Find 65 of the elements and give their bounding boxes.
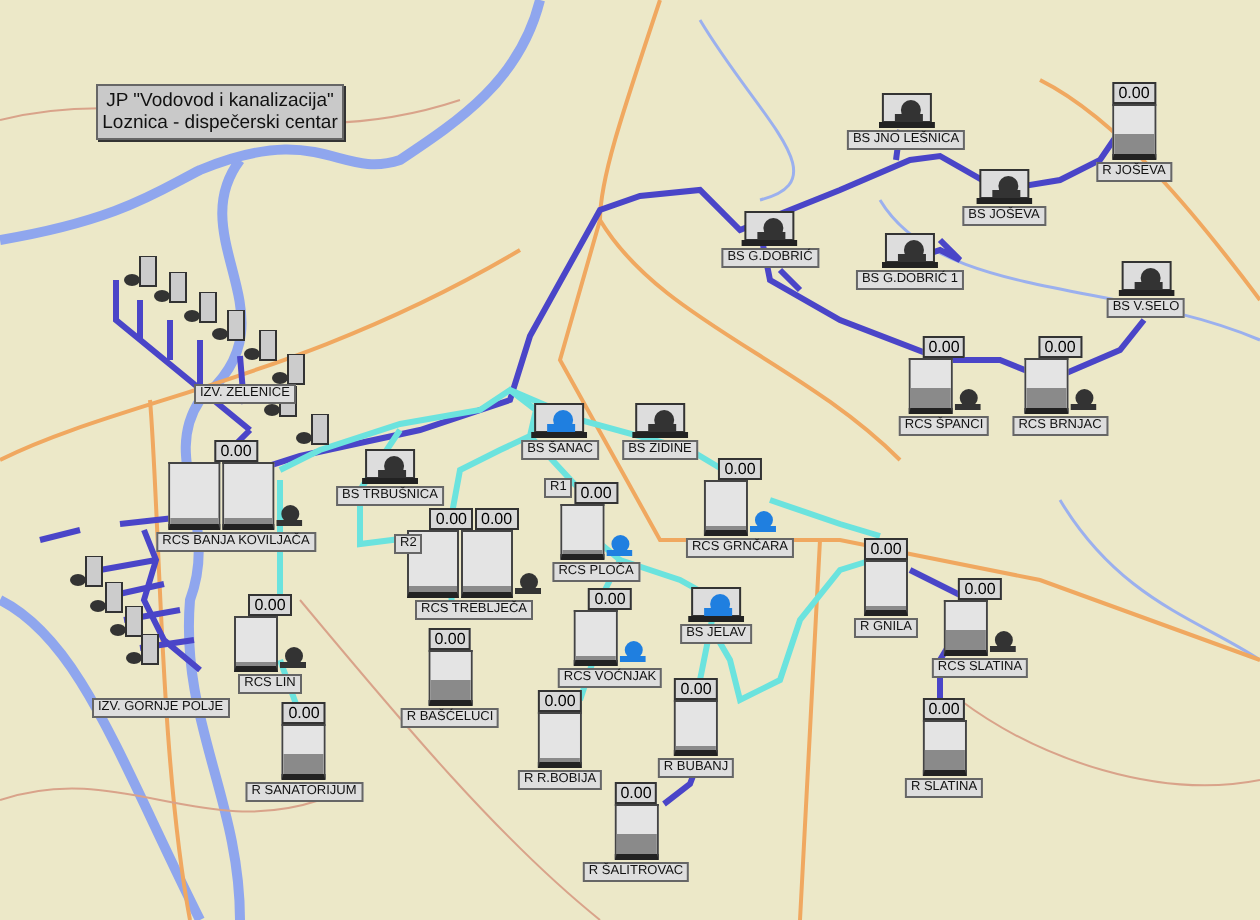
- level-reading: 0.00: [674, 678, 718, 700]
- tank-icon[interactable]: [574, 610, 618, 666]
- tank-icon[interactable]: [922, 720, 966, 776]
- tank-icon[interactable]: [560, 504, 604, 560]
- tank-icon[interactable]: [1112, 104, 1156, 160]
- pump-station-icon[interactable]: [362, 448, 418, 484]
- tank-icon[interactable]: [908, 358, 952, 414]
- pump-station-icon[interactable]: [882, 232, 938, 268]
- well-pump-icon[interactable]: [184, 292, 220, 324]
- level-reading: 0.00: [864, 538, 908, 560]
- level-reading: 0.00: [588, 588, 632, 610]
- tank-icon[interactable]: [944, 600, 988, 656]
- tank-icon[interactable]: [234, 616, 278, 672]
- tank-icon[interactable]: [169, 462, 221, 530]
- level-reading: 0.00: [248, 594, 292, 616]
- pipeline: [769, 497, 881, 539]
- pump-icon[interactable]: [1070, 388, 1096, 410]
- well-pump-icon[interactable]: [126, 634, 162, 666]
- level-reading: 0.00: [538, 690, 582, 712]
- level-reading: 0.00: [429, 508, 473, 530]
- level-reading: 0.00: [1038, 336, 1082, 358]
- tank-icon[interactable]: [704, 480, 748, 536]
- pump-station-icon[interactable]: [1118, 260, 1174, 296]
- well-pump-icon[interactable]: [124, 256, 160, 288]
- level-reading: 0.00: [922, 698, 966, 720]
- level-reading: 0.00: [1112, 82, 1156, 104]
- pump-station-icon[interactable]: [878, 92, 934, 128]
- subtitle-text: Loznica - dispečerski centar: [102, 112, 338, 134]
- tank-icon[interactable]: [223, 462, 275, 530]
- well-pump-icon[interactable]: [154, 272, 190, 304]
- pump-icon[interactable]: [280, 646, 306, 668]
- level-reading: 0.00: [282, 702, 326, 724]
- level-reading: 0.00: [475, 508, 519, 530]
- level-reading: 0.00: [574, 482, 618, 504]
- well-pump-icon[interactable]: [90, 582, 126, 614]
- tank-icon[interactable]: [538, 712, 582, 768]
- pump-icon[interactable]: [515, 572, 541, 594]
- tank-icon[interactable]: [282, 724, 326, 780]
- pump-station-icon[interactable]: [688, 586, 744, 622]
- pump-station-icon[interactable]: [742, 210, 798, 246]
- pump-station-icon[interactable]: [976, 168, 1032, 204]
- well-pump-icon[interactable]: [212, 310, 248, 342]
- pump-icon[interactable]: [954, 388, 980, 410]
- tank-icon[interactable]: [614, 804, 658, 860]
- pump-icon[interactable]: [990, 630, 1016, 652]
- pump-station-icon[interactable]: [632, 402, 688, 438]
- well-pump-icon[interactable]: [296, 414, 332, 446]
- pump-icon[interactable]: [277, 504, 303, 526]
- pump-station-icon[interactable]: [532, 402, 588, 438]
- well-pump-icon[interactable]: [70, 556, 106, 588]
- level-reading: 0.00: [958, 578, 1002, 600]
- level-reading: 0.00: [428, 628, 472, 650]
- tank-icon[interactable]: [864, 560, 908, 616]
- tank-icon[interactable]: [674, 700, 718, 756]
- level-reading: 0.00: [922, 336, 966, 358]
- tank-icon[interactable]: [461, 530, 513, 598]
- tank-icon[interactable]: [1024, 358, 1068, 414]
- level-reading: 0.00: [214, 440, 258, 462]
- level-reading: 0.00: [718, 458, 762, 480]
- level-reading: 0.00: [614, 782, 658, 804]
- well-pump-icon[interactable]: [244, 330, 280, 362]
- well-pump-icon[interactable]: [272, 354, 308, 386]
- title-text: JP "Vodovod i kanalizacija": [106, 90, 334, 112]
- well-pump-icon[interactable]: [110, 606, 146, 638]
- tank-icon[interactable]: [428, 650, 472, 706]
